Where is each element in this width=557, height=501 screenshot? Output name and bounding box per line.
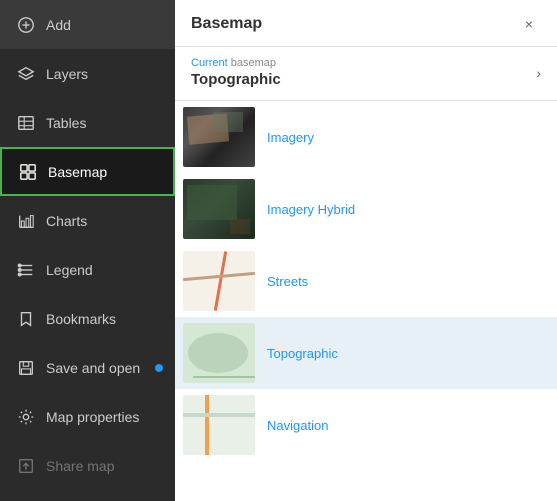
- basemap-name-topographic: Topographic: [267, 346, 338, 361]
- sidebar-item-tables[interactable]: Tables: [0, 98, 175, 147]
- current-basemap-name: Topographic: [191, 71, 281, 88]
- basemap-name-imagery-hybrid: Imagery Hybrid: [267, 202, 355, 217]
- charts-icon: [16, 211, 36, 231]
- bookmarks-icon: [16, 309, 36, 329]
- sidebar-item-share-map[interactable]: Share map: [0, 441, 175, 490]
- layers-icon: [16, 64, 36, 84]
- sidebar-item-legend-label: Legend: [46, 262, 93, 278]
- basemap-icon: [18, 162, 38, 182]
- sidebar: Add Layers Tables: [0, 0, 175, 501]
- sidebar-item-map-properties[interactable]: Map properties: [0, 392, 175, 441]
- current-basemap-label: Current basemap: [191, 57, 281, 69]
- basemap-thumb-imagery-hybrid: [183, 179, 255, 239]
- basemap-thumb-streets: [183, 251, 255, 311]
- basemap-thumb-topographic: [183, 323, 255, 383]
- sidebar-item-map-properties-label: Map properties: [46, 409, 139, 425]
- basemap-item-imagery-hybrid[interactable]: Imagery Hybrid: [175, 173, 557, 245]
- sidebar-item-add-label: Add: [46, 17, 71, 33]
- current-label-suffix: basemap: [231, 57, 276, 69]
- legend-icon: [16, 260, 36, 280]
- basemap-thumb-navigation: [183, 395, 255, 455]
- sidebar-item-add[interactable]: Add: [0, 0, 175, 49]
- sidebar-item-charts[interactable]: Charts: [0, 196, 175, 245]
- basemap-item-topographic[interactable]: Topographic: [175, 317, 557, 389]
- basemap-panel: Basemap × Current basemap Topographic › …: [175, 0, 557, 501]
- sidebar-item-charts-label: Charts: [46, 213, 87, 229]
- sidebar-item-layers[interactable]: Layers: [0, 49, 175, 98]
- basemap-item-streets[interactable]: Streets: [175, 245, 557, 317]
- sidebar-item-share-map-label: Share map: [46, 458, 114, 474]
- settings-icon: [16, 407, 36, 427]
- sidebar-item-legend[interactable]: Legend: [0, 245, 175, 294]
- basemap-thumb-imagery: [183, 107, 255, 167]
- chevron-right-icon: ›: [536, 65, 541, 81]
- basemap-name-navigation: Navigation: [267, 418, 328, 433]
- sidebar-item-save-and-open[interactable]: Save and open: [0, 343, 175, 392]
- current-basemap-content: Current basemap Topographic: [191, 57, 281, 88]
- share-icon: [16, 456, 36, 476]
- sidebar-item-tables-label: Tables: [46, 115, 86, 131]
- sidebar-item-basemap-label: Basemap: [48, 164, 107, 180]
- save-icon: [16, 358, 36, 378]
- basemap-list: Imagery Imagery Hybrid Streets Topograph…: [175, 101, 557, 501]
- sidebar-item-basemap[interactable]: Basemap: [0, 147, 175, 196]
- plus-circle-icon: [16, 15, 36, 35]
- current-basemap-section[interactable]: Current basemap Topographic ›: [175, 47, 557, 101]
- basemap-name-streets: Streets: [267, 274, 308, 289]
- sidebar-item-bookmarks-label: Bookmarks: [46, 311, 116, 327]
- sidebar-item-bookmarks[interactable]: Bookmarks: [0, 294, 175, 343]
- notification-dot: [155, 364, 163, 372]
- tables-icon: [16, 113, 36, 133]
- basemap-name-imagery: Imagery: [267, 130, 314, 145]
- close-button[interactable]: ×: [517, 12, 541, 36]
- panel-title: Basemap: [191, 15, 262, 33]
- basemap-item-imagery[interactable]: Imagery: [175, 101, 557, 173]
- current-label-prefix: Current: [191, 57, 228, 69]
- sidebar-item-save-label: Save and open: [46, 360, 140, 376]
- basemap-item-navigation[interactable]: Navigation: [175, 389, 557, 461]
- sidebar-item-layers-label: Layers: [46, 66, 88, 82]
- panel-header: Basemap ×: [175, 0, 557, 47]
